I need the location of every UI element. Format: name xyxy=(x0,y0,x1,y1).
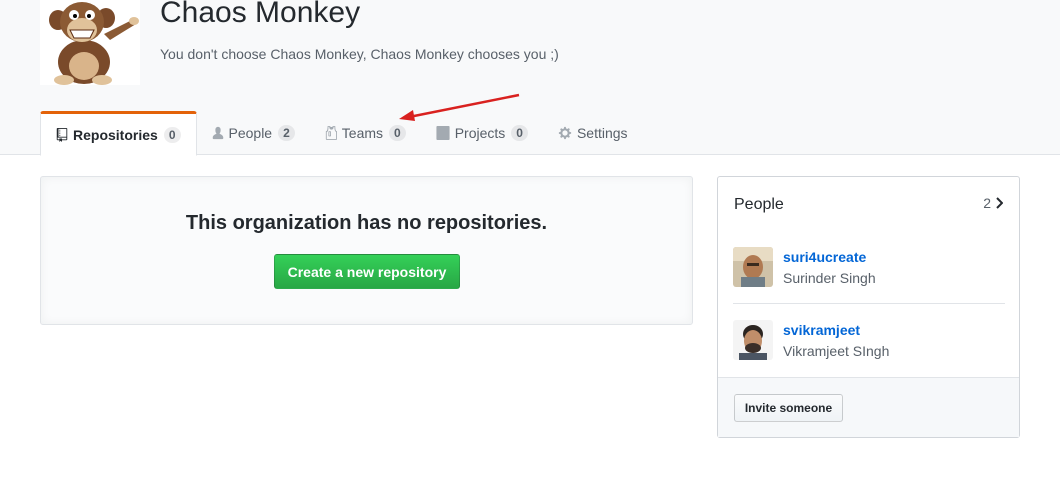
annotation-arrow-icon xyxy=(399,93,520,121)
chevron-right-icon xyxy=(996,197,1003,209)
repo-icon xyxy=(56,127,68,142)
tab-label: Projects xyxy=(454,125,506,141)
tab-repositories[interactable]: Repositories 0 xyxy=(40,111,197,156)
people-sidebar: People 2 suri4ucreate Surinder Singh svi… xyxy=(717,176,1020,438)
tab-label: Teams xyxy=(341,125,384,141)
member-photo-icon xyxy=(733,247,773,287)
people-footer: Invite someone xyxy=(718,377,1019,437)
avatar[interactable] xyxy=(733,247,773,287)
people-count-link[interactable]: 2 xyxy=(983,195,1003,211)
tab-label: People xyxy=(228,125,273,141)
person-icon xyxy=(212,126,223,140)
member-fullname: Surinder Singh xyxy=(783,270,876,286)
tab-counter: 0 xyxy=(511,125,528,141)
people-sidebar-title: People xyxy=(734,196,784,213)
tab-label: Repositories xyxy=(73,126,158,143)
monkey-logo-icon xyxy=(49,2,139,85)
tab-counter: 0 xyxy=(163,126,181,143)
tab-settings[interactable]: Settings xyxy=(543,111,643,155)
org-description: You don't choose Chaos Monkey, Chaos Mon… xyxy=(160,46,559,62)
tab-people[interactable]: People 2 xyxy=(197,111,310,155)
org-header: Chaos Monkey You don't choose Chaos Monk… xyxy=(0,0,1060,156)
people-count: 2 xyxy=(983,195,991,211)
empty-repositories-blankslate: This organization has no repositories. C… xyxy=(40,176,693,325)
org-avatar[interactable] xyxy=(40,0,140,85)
jersey-icon xyxy=(325,126,337,140)
member-fullname: Vikramjeet SIngh xyxy=(783,343,890,359)
invite-someone-button[interactable]: Invite someone xyxy=(734,394,843,422)
member-login[interactable]: svikramjeet xyxy=(783,322,860,338)
member-photo-icon xyxy=(733,320,773,360)
member-item[interactable]: suri4ucreate Surinder Singh xyxy=(733,247,1005,309)
create-repository-button[interactable]: Create a new repository xyxy=(274,254,460,289)
tab-counter: 0 xyxy=(389,125,406,141)
blankslate-message: This organization has no repositories. xyxy=(185,212,548,234)
org-name: Chaos Monkey xyxy=(160,0,361,29)
member-item[interactable]: svikramjeet Vikramjeet SIngh xyxy=(733,320,1005,382)
tab-counter: 2 xyxy=(278,125,295,141)
tab-label: Settings xyxy=(576,125,628,141)
member-divider xyxy=(733,303,1005,304)
avatar[interactable] xyxy=(733,320,773,360)
project-icon xyxy=(436,126,450,140)
org-tabs: Repositories 0 People 2 Teams 0 Projects… xyxy=(40,111,643,156)
member-login[interactable]: suri4ucreate xyxy=(783,249,866,265)
gear-icon xyxy=(558,126,572,140)
